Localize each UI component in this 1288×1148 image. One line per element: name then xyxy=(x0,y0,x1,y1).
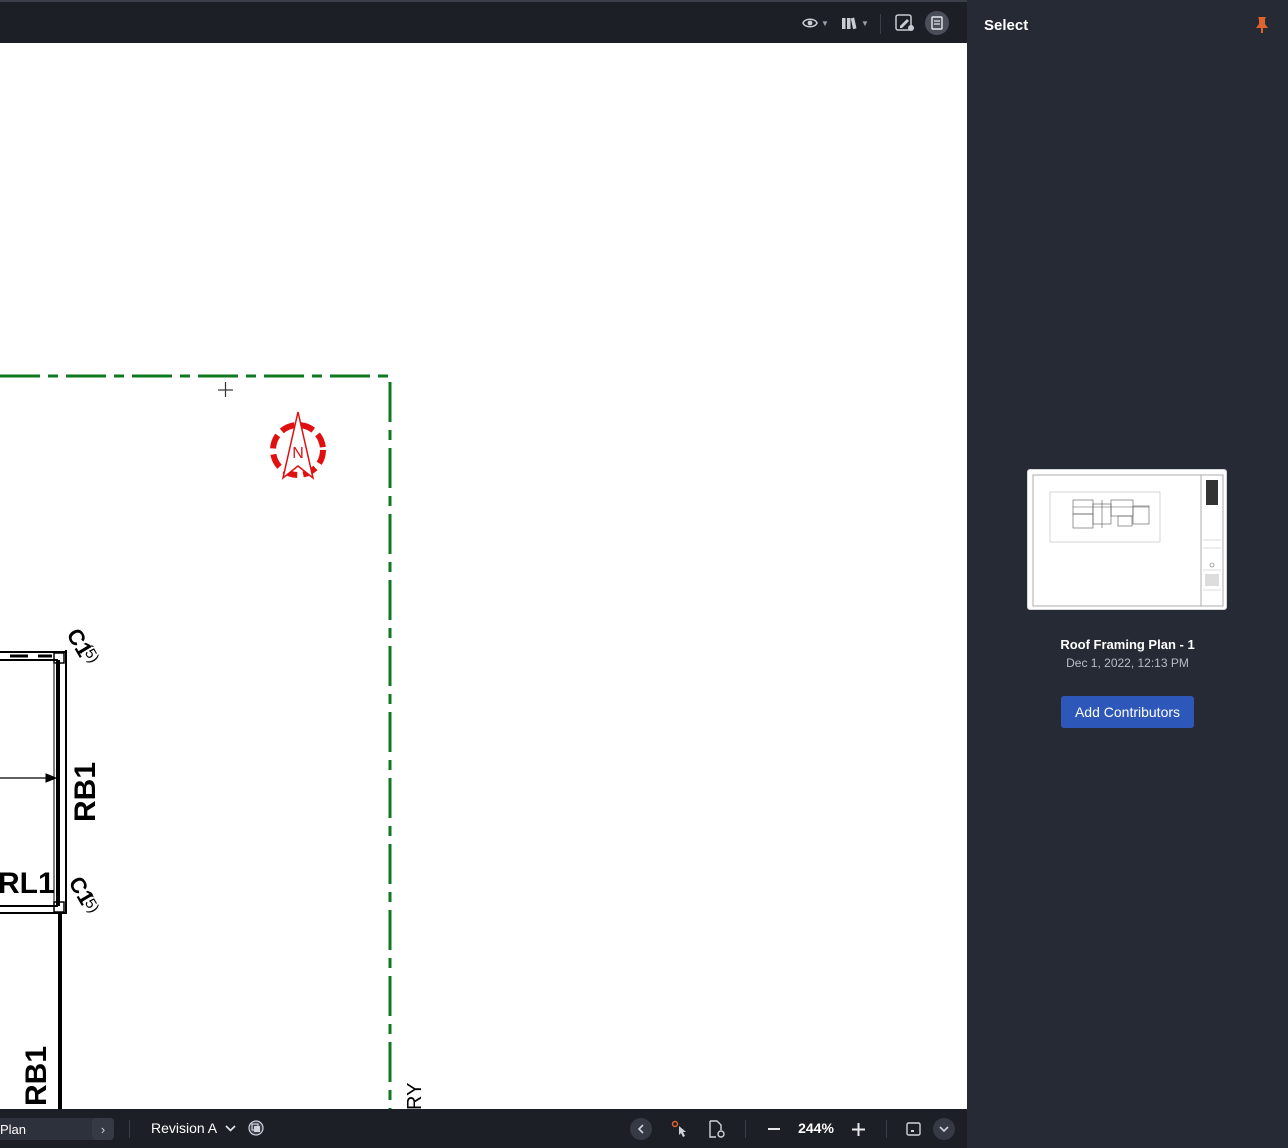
sheet-selector-label: Plan xyxy=(0,1121,27,1137)
bottom-toolbar: Plan › Revision A 244% xyxy=(0,1109,967,1148)
fit-screen-icon xyxy=(905,1122,921,1136)
toolbar-divider xyxy=(886,1120,887,1138)
chevron-down-icon xyxy=(939,1125,949,1132)
plus-icon xyxy=(851,1122,865,1136)
markup-button[interactable] xyxy=(892,10,918,36)
chevron-down-icon: ▼ xyxy=(821,18,829,28)
compare-icon xyxy=(248,1120,264,1136)
compare-button[interactable] xyxy=(247,1119,265,1137)
panel-title: Select xyxy=(984,17,1029,34)
document-date: Dec 1, 2022, 12:13 PM xyxy=(1066,656,1189,670)
more-options-button[interactable] xyxy=(933,1118,955,1140)
visibility-icon xyxy=(802,18,818,28)
visibility-dropdown-button[interactable]: ▼ xyxy=(800,10,830,36)
drawing-svg: N C1 (5) RB1 RL1 C1 (5) RB1 RY xyxy=(0,374,426,1109)
north-label: N xyxy=(292,445,304,462)
hyperlink-tool-button[interactable] xyxy=(670,1119,690,1139)
chevron-left-icon xyxy=(637,1124,644,1134)
revision-label: Revision A xyxy=(151,1120,218,1136)
chevron-down-icon xyxy=(225,1124,236,1132)
document-link-icon xyxy=(709,1120,725,1138)
north-arrow-symbol: N xyxy=(270,411,326,480)
document-name: Roof Framing Plan - 1 xyxy=(1060,637,1195,652)
sheet-thumbnail[interactable] xyxy=(1027,469,1227,610)
boundary-label-ry: RY xyxy=(404,1083,426,1109)
ridge-label-rl1: RL1 xyxy=(0,867,55,900)
toolbar-divider xyxy=(745,1120,746,1138)
details-panel: Select Roof Framing Plan - 1 Dec 1, 2022… xyxy=(967,0,1288,1148)
zoom-level[interactable]: 244% xyxy=(790,1120,842,1136)
markup-icon xyxy=(895,14,914,31)
hyperlink-icon xyxy=(671,1120,686,1137)
sheet-info-icon xyxy=(931,16,943,30)
top-toolbar: ▼ ▼ xyxy=(0,0,967,43)
sheet-link-button[interactable] xyxy=(706,1119,726,1139)
pin-icon[interactable] xyxy=(1254,16,1270,34)
minus-icon xyxy=(768,1128,780,1130)
previous-sheet-button[interactable] xyxy=(630,1118,652,1140)
add-contributors-button[interactable]: Add Contributors xyxy=(1061,696,1194,728)
toolbar-divider xyxy=(880,14,881,34)
drawing-canvas[interactable]: N C1 (5) RB1 RL1 C1 (5) RB1 RY xyxy=(0,43,967,1109)
chevron-down-icon: ▼ xyxy=(861,18,869,28)
beam-label-rb1-bottom: RB1 xyxy=(20,1046,53,1106)
sheet-thumbnail-image xyxy=(1032,474,1224,607)
revision-dropdown[interactable]: Revision A xyxy=(151,1120,236,1136)
beam-label-rb1-right: RB1 xyxy=(69,762,102,822)
sheet-selector[interactable]: Plan › xyxy=(0,1118,114,1140)
zoom-out-button[interactable] xyxy=(764,1119,784,1139)
cursor-crosshair xyxy=(218,382,233,397)
fit-to-screen-button[interactable] xyxy=(903,1119,923,1139)
toolbar-divider xyxy=(129,1120,130,1138)
library-dropdown-button[interactable]: ▼ xyxy=(840,10,870,36)
chevron-right-icon[interactable]: › xyxy=(92,1118,114,1140)
zoom-in-button[interactable] xyxy=(848,1119,868,1139)
library-icon xyxy=(842,17,857,30)
sheet-info-button[interactable] xyxy=(925,11,949,35)
